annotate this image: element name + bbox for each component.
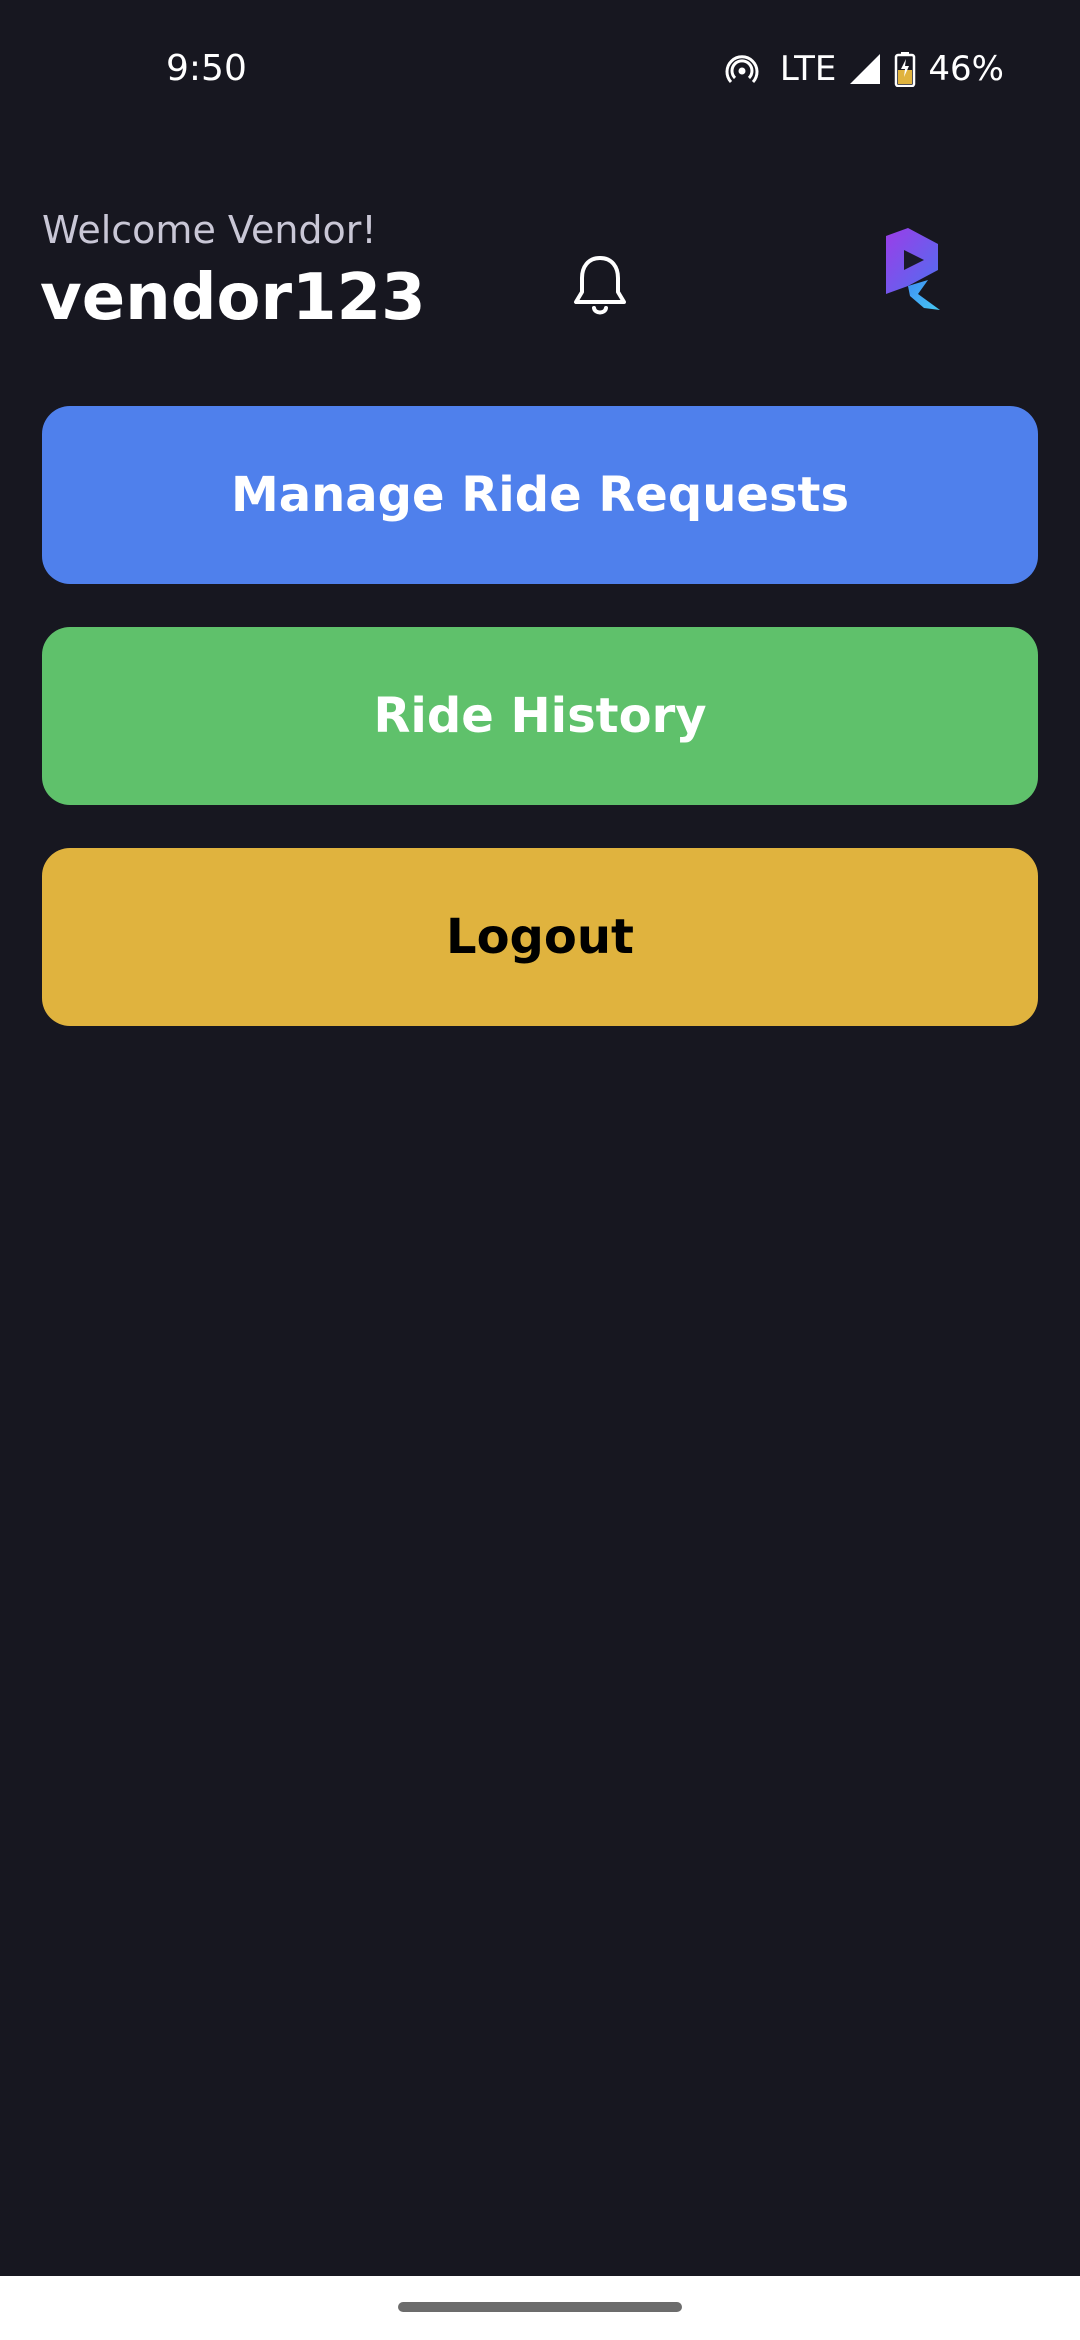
ride-history-button[interactable]: Ride History (42, 627, 1038, 805)
navigation-bar (0, 2276, 1080, 2340)
signal-icon (848, 52, 882, 86)
home-indicator[interactable] (398, 2302, 682, 2312)
status-indicators: LTE 46% (712, 46, 1004, 92)
hotspot-icon (724, 51, 760, 87)
battery-level: 46% (928, 49, 1004, 89)
vendor-dashboard-screen: 9:50 LTE 46% Welcome Vendor! vendor123 M… (0, 0, 1080, 2340)
status-bar: 9:50 LTE 46% (0, 0, 1080, 140)
username: vendor123 (40, 261, 426, 335)
network-type: LTE (779, 49, 837, 89)
battery-icon (894, 51, 916, 87)
bell-icon[interactable] (568, 252, 632, 320)
welcome-text: Welcome Vendor! (42, 208, 377, 252)
app-logo (884, 228, 950, 312)
status-time: 9:50 (166, 48, 247, 89)
logout-button[interactable]: Logout (42, 848, 1038, 1026)
manage-ride-requests-button[interactable]: Manage Ride Requests (42, 406, 1038, 584)
